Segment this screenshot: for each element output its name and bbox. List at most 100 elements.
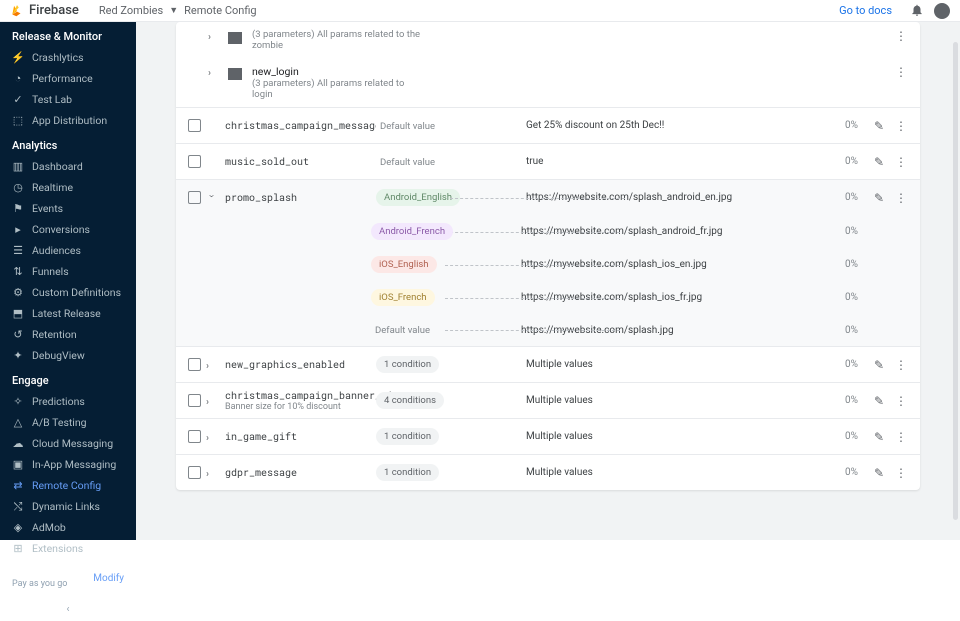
group-name: new_login — [252, 65, 422, 78]
sidebar-item-abtesting[interactable]: △A/B Testing — [0, 412, 136, 433]
sidebar-item-debugview[interactable]: ✦DebugView — [0, 345, 136, 366]
sidebar-item-events[interactable]: ⚑Events — [0, 198, 136, 219]
sidebar-section-analytics: Analytics — [0, 131, 136, 156]
condition-chip[interactable]: Android_English — [376, 189, 460, 206]
checkbox[interactable] — [188, 430, 201, 443]
sidebar-item-remoteconfig[interactable]: ⇄Remote Config — [0, 475, 136, 496]
sidebar-item-predictions[interactable]: ✧Predictions — [0, 391, 136, 412]
plan-name: Blaze — [12, 568, 67, 579]
edit-icon[interactable]: ✎ — [872, 191, 886, 205]
admob-icon: ◈ — [12, 522, 24, 534]
fetch-pct: 0% — [808, 156, 858, 167]
edit-icon[interactable]: ✎ — [872, 358, 886, 372]
sidebar-item-latest[interactable]: ⬒Latest Release — [0, 303, 136, 324]
condition-chip[interactable]: 1 condition — [376, 464, 439, 481]
sidebar-item-audiences[interactable]: ☰Audiences — [0, 240, 136, 261]
go-to-docs-link[interactable]: Go to docs — [839, 4, 892, 17]
param-group-row[interactable]: › (3 parameters) All params related to t… — [176, 22, 920, 58]
checkbox[interactable] — [188, 466, 201, 479]
sidebar-item-customdef[interactable]: ⚙Custom Definitions — [0, 282, 136, 303]
more-menu-icon[interactable]: ⋮ — [894, 29, 908, 43]
sidebar-section-engage: Engage — [0, 366, 136, 391]
plan-modify-link[interactable]: Modify — [93, 573, 124, 584]
edit-icon[interactable]: ✎ — [872, 119, 886, 133]
more-menu-icon[interactable]: ⋮ — [894, 191, 908, 205]
sidebar-item-conversions[interactable]: ▸Conversions — [0, 219, 136, 240]
crashlytics-icon: ⚡ — [12, 52, 24, 64]
chevron-right-icon[interactable]: › — [206, 361, 216, 372]
more-menu-icon[interactable]: ⋮ — [894, 119, 908, 133]
breadcrumb: Red Zombies ▼ Remote Config — [99, 4, 257, 17]
sidebar-item-retention[interactable]: ↺Retention — [0, 324, 136, 345]
condition-chip[interactable]: 1 condition — [376, 428, 439, 445]
sidebar-item-extensions[interactable]: ⊞Extensions — [0, 538, 136, 559]
condition-label: Default value — [371, 323, 434, 338]
notifications-icon[interactable] — [910, 3, 926, 19]
sidebar-item-admob[interactable]: ◈AdMob — [0, 517, 136, 538]
sidebar-item-testlab[interactable]: ✓Test Lab — [0, 89, 136, 110]
audiences-icon: ☰ — [12, 245, 24, 257]
sidebar-item-appdist[interactable]: ⬚App Distribution — [0, 110, 136, 131]
condition-chip[interactable]: Android_French — [371, 223, 453, 240]
param-group-row[interactable]: › new_login (3 parameters) All params re… — [176, 58, 920, 107]
chevron-right-icon[interactable]: › — [206, 397, 216, 408]
chevron-right-icon[interactable]: › — [208, 68, 218, 79]
sidebar-item-cloudmsg[interactable]: ☁Cloud Messaging — [0, 433, 136, 454]
edit-icon[interactable]: ✎ — [872, 394, 886, 408]
chevron-right-icon[interactable]: › — [208, 32, 218, 43]
checkbox[interactable] — [188, 155, 201, 168]
param-name: music_sold_out — [221, 155, 376, 168]
extensions-icon: ⊞ — [12, 543, 24, 555]
project-name[interactable]: Red Zombies — [99, 4, 163, 17]
param-row[interactable]: music_sold_out Default value true 0% ✎⋮ — [176, 143, 920, 179]
param-name: gdpr_message — [221, 466, 376, 479]
firebase-logo[interactable]: Firebase — [10, 3, 79, 18]
conversions-icon: ▸ — [12, 224, 24, 236]
more-menu-icon[interactable]: ⋮ — [894, 466, 908, 480]
condition-chip[interactable]: iOS_French — [371, 289, 435, 306]
param-row[interactable]: › christmas_campaign_banner_sizeBanner s… — [176, 382, 920, 418]
edit-icon[interactable]: ✎ — [872, 155, 886, 169]
more-menu-icon[interactable]: ⋮ — [894, 394, 908, 408]
checkbox[interactable] — [188, 191, 201, 204]
sidebar-item-realtime[interactable]: ◷Realtime — [0, 177, 136, 198]
sidebar-item-inappmsg[interactable]: ▣In-App Messaging — [0, 454, 136, 475]
chevron-right-icon[interactable]: › — [206, 433, 216, 444]
more-menu-icon[interactable]: ⋮ — [894, 358, 908, 372]
more-menu-icon[interactable]: ⋮ — [894, 430, 908, 444]
more-menu-icon[interactable]: ⋮ — [894, 65, 908, 79]
edit-icon[interactable]: ✎ — [872, 430, 886, 444]
edit-icon[interactable]: ✎ — [872, 466, 886, 480]
condition-chip[interactable]: 4 conditions — [376, 392, 444, 409]
param-row-expanded[interactable]: › promo_splash Android_English https://m… — [176, 179, 920, 215]
checkbox[interactable] — [188, 394, 201, 407]
param-row[interactable]: › gdpr_message 1 condition Multiple valu… — [176, 454, 920, 490]
section-name[interactable]: Remote Config — [184, 4, 256, 17]
cloudmsg-icon: ☁ — [12, 438, 24, 450]
condition-chip[interactable]: iOS_English — [371, 256, 437, 273]
param-name: in_game_gift — [221, 430, 376, 443]
plan-footer: Blaze Pay as you go Modify — [0, 559, 136, 597]
sidebar-item-performance[interactable]: ◔Performance — [0, 68, 136, 89]
param-value: true — [526, 156, 808, 167]
fetch-pct: 0% — [808, 292, 858, 303]
checkbox[interactable] — [188, 119, 201, 132]
chevron-right-icon[interactable]: › — [206, 469, 216, 480]
more-menu-icon[interactable]: ⋮ — [894, 155, 908, 169]
condition-chip[interactable]: 1 condition — [376, 356, 439, 373]
sidebar-item-crashlytics[interactable]: ⚡Crashlytics — [0, 47, 136, 68]
project-dropdown-icon[interactable]: ▼ — [169, 5, 178, 16]
performance-icon: ◔ — [12, 73, 24, 85]
checkbox[interactable] — [188, 358, 201, 371]
sidebar: Release & Monitor ⚡Crashlytics ◔Performa… — [0, 22, 136, 540]
param-row[interactable]: › in_game_gift 1 condition Multiple valu… — [176, 418, 920, 454]
param-row[interactable]: christmas_campaign_message Default value… — [176, 107, 920, 143]
chevron-down-icon[interactable]: › — [206, 194, 217, 204]
param-row[interactable]: › new_graphics_enabled 1 condition Multi… — [176, 346, 920, 382]
scrollbar[interactable] — [953, 42, 958, 520]
sidebar-item-dashboard[interactable]: ▥Dashboard — [0, 156, 136, 177]
avatar[interactable] — [934, 3, 950, 19]
collapse-sidebar-button[interactable]: ‹ — [0, 597, 136, 621]
sidebar-item-funnels[interactable]: ⇅Funnels — [0, 261, 136, 282]
sidebar-item-dynlinks[interactable]: ⤭Dynamic Links — [0, 496, 136, 517]
